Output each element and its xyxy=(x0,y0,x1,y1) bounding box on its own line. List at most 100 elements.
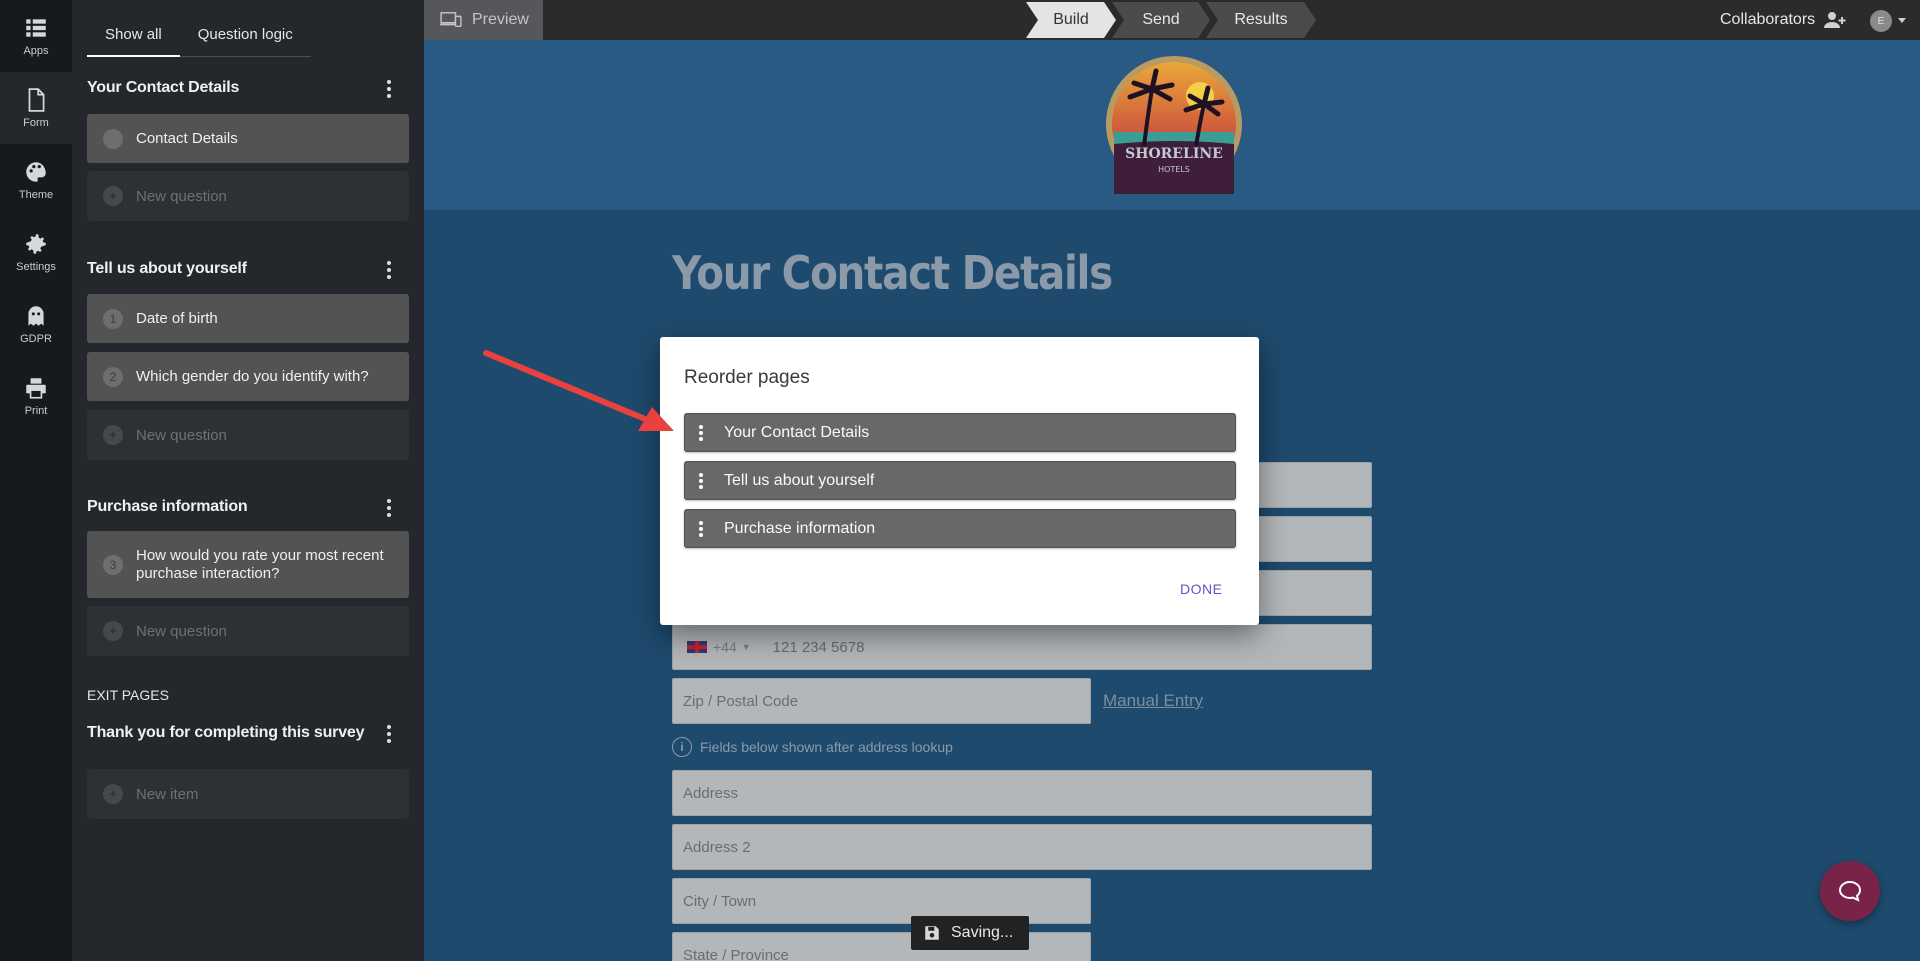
chevron-down-icon[interactable] xyxy=(1898,18,1906,23)
question-number: 1 xyxy=(103,308,123,329)
reorder-page-label: Purchase information xyxy=(724,519,876,537)
manual-entry-link[interactable]: Manual Entry xyxy=(1103,691,1203,711)
palette-icon xyxy=(26,162,46,182)
shoreline-logo: SHORELINE HOTELS xyxy=(1106,56,1242,194)
step-build[interactable]: Build xyxy=(1026,2,1116,38)
plus-icon: + xyxy=(103,621,123,641)
new-question-button[interactable]: + New question xyxy=(87,171,409,221)
rail-label-form: Form xyxy=(23,117,49,129)
address2-input[interactable]: Address 2 xyxy=(672,824,1372,870)
question-label: Contact Details xyxy=(136,130,238,147)
tab-question-logic[interactable]: Question logic xyxy=(180,18,311,56)
save-icon xyxy=(925,926,939,940)
plus-icon: + xyxy=(103,425,123,445)
printer-icon xyxy=(26,378,46,399)
chat-button[interactable] xyxy=(1820,861,1880,921)
question-number xyxy=(103,128,123,149)
page-title: Your Contact Details xyxy=(672,246,1113,300)
top-bar: Preview Build Send Results Collaborators… xyxy=(424,0,1920,40)
sidebar-tabs: Show all Question logic xyxy=(87,18,311,57)
section-title-about: Tell us about yourself xyxy=(87,260,247,277)
step-send[interactable]: Send xyxy=(1112,2,1210,38)
reorder-page-item[interactable]: Tell us about yourself xyxy=(684,461,1236,500)
address-lookup-info: i Fields below shown after address looku… xyxy=(672,737,953,757)
gear-icon xyxy=(26,234,46,254)
question-label: How would you rate your most recent purc… xyxy=(136,546,384,582)
question-item[interactable]: 3 How would you rate your most recent pu… xyxy=(87,531,409,598)
section-title-exit: Thank you for completing this survey xyxy=(87,724,365,741)
rail-item-print[interactable]: Print xyxy=(0,360,72,432)
saving-toast: Saving... xyxy=(911,916,1029,950)
uk-flag-icon[interactable] xyxy=(687,641,707,653)
reorder-page-item[interactable]: Purchase information xyxy=(684,509,1236,548)
section-title-purchase: Purchase information xyxy=(87,498,248,515)
caret-down-icon[interactable]: ▼ xyxy=(742,642,751,652)
rail-item-gdpr[interactable]: GDPR xyxy=(0,288,72,360)
phone-placeholder: 121 234 5678 xyxy=(772,638,865,656)
zip-input[interactable]: Zip / Postal Code xyxy=(672,678,1091,724)
preview-button[interactable]: Preview xyxy=(424,0,543,40)
question-item[interactable]: 1 Date of birth xyxy=(87,294,409,343)
chat-bubble-icon xyxy=(1838,880,1862,902)
dialog-title: Reorder pages xyxy=(684,367,810,388)
new-item-button[interactable]: + New item xyxy=(87,769,409,819)
ghost-icon xyxy=(28,306,44,326)
reorder-page-label: Your Contact Details xyxy=(724,423,870,441)
questions-sidebar: Show all Question logic Your Contact Det… xyxy=(72,0,424,961)
rail-item-form[interactable]: Form xyxy=(0,72,72,144)
new-question-label: New question xyxy=(136,187,227,205)
rail-label-apps: Apps xyxy=(23,45,49,57)
rail-item-settings[interactable]: Settings xyxy=(0,216,72,288)
done-button[interactable]: DONE xyxy=(1180,581,1222,597)
collaborators-label: Collaborators xyxy=(1720,11,1816,28)
new-question-button[interactable]: + New question xyxy=(87,606,409,656)
reorder-page-label: Tell us about yourself xyxy=(724,471,875,489)
address-input[interactable]: Address xyxy=(672,770,1372,816)
new-question-label: New question xyxy=(136,426,227,444)
app-rail: Apps Form Theme Settings GDPR Print xyxy=(0,0,72,961)
reorder-page-item[interactable]: Your Contact Details xyxy=(684,413,1236,452)
collaborators-button[interactable]: Collaborators xyxy=(1720,0,1847,40)
logo-text: SHORELINE xyxy=(1125,146,1223,162)
rail-label-print: Print xyxy=(24,405,48,417)
rail-label-settings: Settings xyxy=(16,261,56,273)
section-menu-icon[interactable] xyxy=(386,499,392,517)
add-user-icon xyxy=(1824,12,1846,28)
reorder-pages-dialog: Reorder pages Your Contact Details Tell … xyxy=(660,337,1259,625)
tab-show-all[interactable]: Show all xyxy=(87,18,180,57)
question-label: Which gender do you identify with? xyxy=(136,368,369,385)
drag-handle-icon[interactable] xyxy=(698,472,704,489)
plus-icon: + xyxy=(103,784,123,804)
phone-input[interactable]: +44 ▼ 121 234 5678 xyxy=(672,624,1372,670)
rail-item-apps[interactable]: Apps xyxy=(0,0,72,72)
rail-item-theme[interactable]: Theme xyxy=(0,144,72,216)
info-icon: i xyxy=(672,737,692,757)
logo-subtext: HOTELS xyxy=(1158,165,1190,174)
question-item[interactable]: Contact Details xyxy=(87,114,409,163)
new-question-button[interactable]: + New question xyxy=(87,410,409,460)
question-number: 2 xyxy=(103,366,123,387)
question-label: Date of birth xyxy=(136,310,218,327)
info-text: Fields below shown after address lookup xyxy=(700,739,953,755)
form-header: SHORELINE HOTELS xyxy=(424,40,1920,210)
new-question-label: New question xyxy=(136,622,227,640)
phone-country-code[interactable]: +44 xyxy=(713,639,737,655)
form-icon xyxy=(28,88,45,112)
section-title-contact: Your Contact Details xyxy=(87,79,240,96)
rail-label-gdpr: GDPR xyxy=(20,333,52,345)
step-results[interactable]: Results xyxy=(1206,2,1316,38)
section-menu-icon[interactable] xyxy=(386,80,392,98)
drag-handle-icon[interactable] xyxy=(698,424,704,441)
section-menu-icon[interactable] xyxy=(386,725,392,743)
rail-label-theme: Theme xyxy=(18,189,54,201)
new-item-label: New item xyxy=(136,785,199,803)
toast-label: Saving... xyxy=(951,924,1014,941)
question-number: 3 xyxy=(103,554,123,575)
question-item[interactable]: 2 Which gender do you identify with? xyxy=(87,352,409,401)
exit-pages-label: EXIT PAGES xyxy=(87,687,169,703)
avatar[interactable]: E xyxy=(1870,10,1892,32)
section-menu-icon[interactable] xyxy=(386,261,392,279)
drag-handle-icon[interactable] xyxy=(698,520,704,537)
plus-icon: + xyxy=(103,186,123,206)
workflow-steps: Build Send Results xyxy=(1026,2,1312,38)
